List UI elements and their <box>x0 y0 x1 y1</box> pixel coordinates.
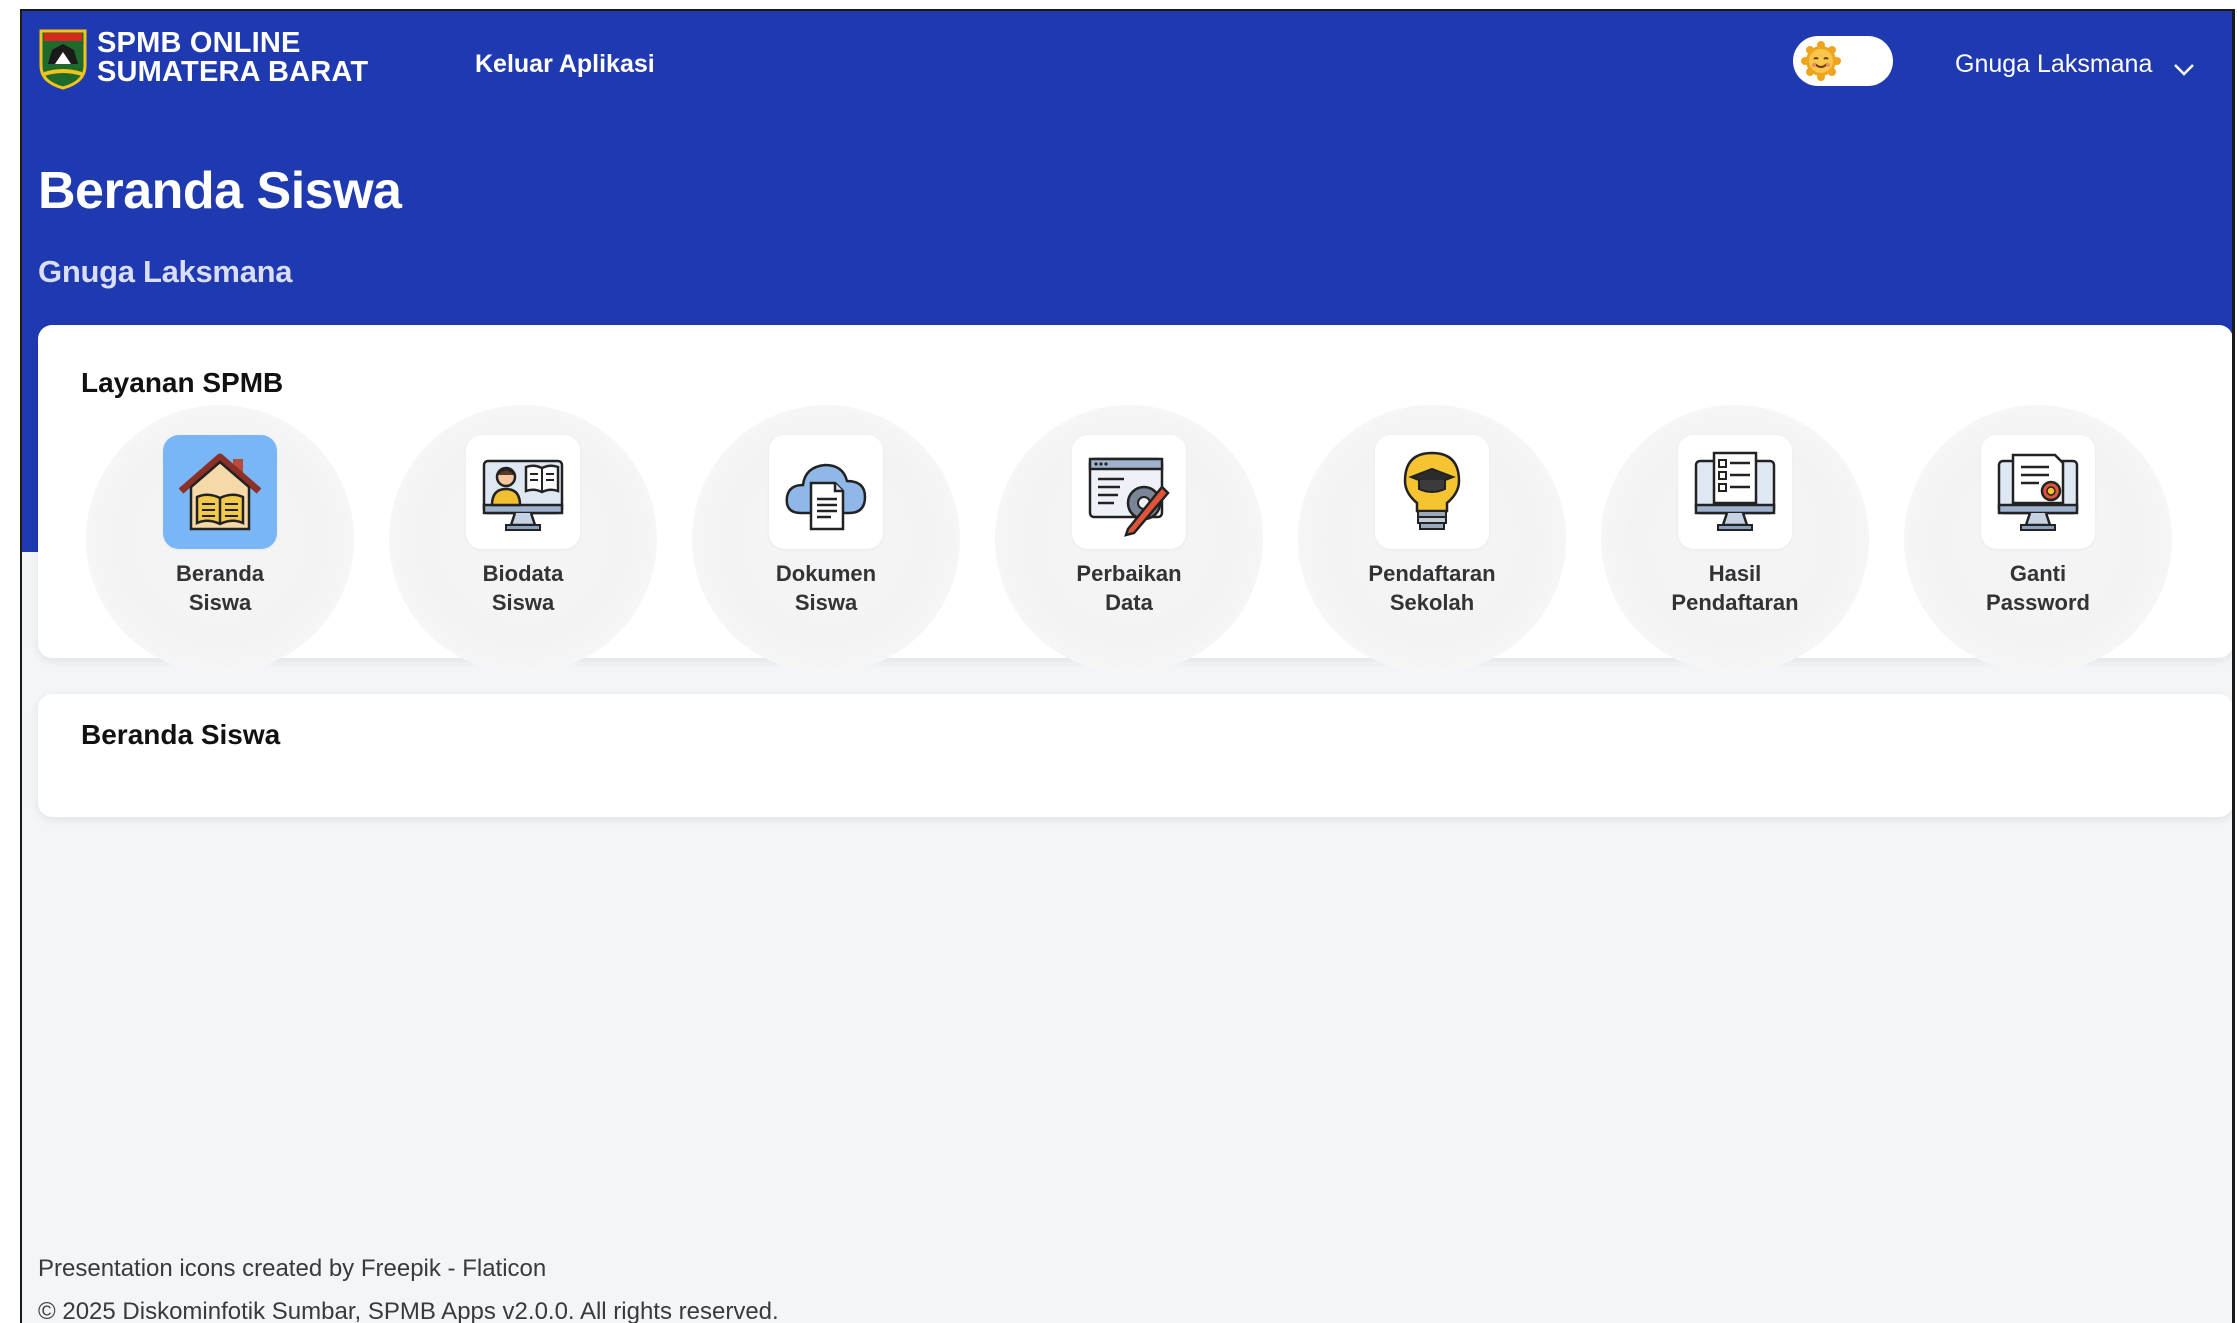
top-navbar: SPMB ONLINE SUMATERA BARAT Keluar Aplika… <box>22 11 2232 111</box>
service-dokumen-siswa[interactable]: Dokumen Siswa <box>691 405 961 673</box>
home-section-title: Beranda Siswa <box>81 719 281 750</box>
certificate-monitor-icon <box>1997 453 2079 531</box>
service-tile <box>466 435 580 549</box>
service-beranda-siswa[interactable]: Beranda Siswa <box>85 405 355 673</box>
brand-line-2: SUMATERA BARAT <box>97 56 369 88</box>
page-title: Beranda Siswa <box>38 162 402 220</box>
province-logo-icon[interactable] <box>38 28 88 90</box>
theme-toggle[interactable] <box>1793 36 1893 86</box>
logout-link[interactable]: Keluar Aplikasi <box>475 50 655 79</box>
service-ganti-password[interactable]: Ganti Password <box>1903 405 2173 673</box>
footer-credit: Presentation icons created by Freepik - … <box>38 1255 547 1282</box>
student-monitor-icon <box>482 459 564 531</box>
service-label: Ganti Password <box>1903 559 2173 617</box>
checklist-monitor-icon <box>1694 451 1776 531</box>
service-label-line1: Ganti <box>2009 561 2067 586</box>
page-subtitle: Gnuga Laksmana <box>38 254 293 289</box>
service-label-line2: Siswa <box>491 590 555 615</box>
service-label: Hasil Pendaftaran <box>1600 559 1870 617</box>
service-label-line2: Siswa <box>188 590 252 615</box>
service-label-line1: Pendaftaran <box>1368 561 1496 586</box>
service-label-line2: Password <box>1986 590 2090 615</box>
user-name: Gnuga Laksmana <box>1955 50 2153 78</box>
services-grid: Beranda Siswa Biodata Siswa Dokumen Sisw… <box>38 325 2232 673</box>
service-label-line1: Hasil <box>1708 561 1762 586</box>
service-label: Biodata Siswa <box>388 559 658 617</box>
service-label: Beranda Siswa <box>85 559 355 617</box>
service-tile <box>163 435 277 549</box>
service-label-line1: Biodata <box>482 561 564 586</box>
service-tile <box>1072 435 1186 549</box>
service-label: Pendaftaran Sekolah <box>1297 559 1567 617</box>
brand-title[interactable]: SPMB ONLINE SUMATERA BARAT <box>97 29 368 87</box>
services-card: Layanan SPMB Beranda Siswa Biodata Siswa… <box>38 325 2232 673</box>
home-book-icon <box>178 453 262 531</box>
service-label: Dokumen Siswa <box>691 559 961 617</box>
user-menu[interactable]: Gnuga Laksmana <box>1955 50 2195 79</box>
home-section-card: Beranda Siswa <box>38 694 2232 817</box>
edit-data-icon <box>1088 457 1170 537</box>
service-label-line2: Sekolah <box>1389 590 1475 615</box>
service-label-line1: Beranda <box>175 561 265 586</box>
service-label-line1: Dokumen <box>775 561 877 586</box>
service-tile <box>769 435 883 549</box>
service-tile <box>1678 435 1792 549</box>
service-pendaftaran-sekolah[interactable]: Pendaftaran Sekolah <box>1297 405 1567 673</box>
service-tile <box>1375 435 1489 549</box>
service-biodata-siswa[interactable]: Biodata Siswa <box>388 405 658 673</box>
service-label: Perbaikan Data <box>994 559 1264 617</box>
service-tile <box>1981 435 2095 549</box>
chevron-down-icon <box>2173 55 2195 77</box>
app-frame: SPMB ONLINE SUMATERA BARAT Keluar Aplika… <box>20 9 2235 1323</box>
service-label-line2: Data <box>1105 590 1153 615</box>
service-label-line2: Siswa <box>794 590 858 615</box>
service-hasil-pendaftaran[interactable]: Hasil Pendaftaran <box>1600 405 1870 673</box>
graduation-bulb-icon <box>1403 451 1461 530</box>
brand-line-1: SPMB ONLINE <box>97 27 301 59</box>
sun-icon <box>1800 40 1842 82</box>
service-label-line2: Pendaftaran <box>1671 590 1799 615</box>
service-label-line1: Perbaikan <box>1076 561 1182 586</box>
cloud-document-icon <box>785 463 867 531</box>
footer-copyright: © 2025 Diskominfotik Sumbar, SPMB Apps v… <box>38 1298 779 1323</box>
service-perbaikan-data[interactable]: Perbaikan Data <box>994 405 1264 673</box>
